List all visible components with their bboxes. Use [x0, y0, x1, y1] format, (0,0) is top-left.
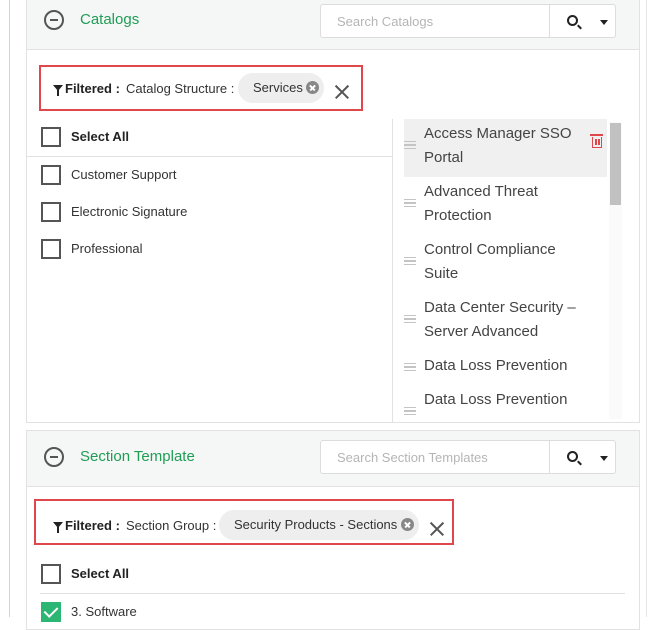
- catalog-item-checkbox[interactable]: [41, 165, 61, 185]
- drag-handle-icon[interactable]: [404, 141, 416, 149]
- section-template-header: Section Template Search Section Template…: [27, 431, 639, 487]
- catalogs-header: Catalogs Search Catalogs: [27, 0, 639, 50]
- select-all-checkbox[interactable]: [41, 564, 61, 584]
- filter-field-name: Catalog Structure :: [126, 81, 235, 96]
- selected-item-label: Data Center Security – Server Advanced: [424, 299, 576, 340]
- drag-handle-icon[interactable]: [404, 315, 416, 323]
- clear-filter-close-icon[interactable]: [428, 520, 446, 538]
- x-circle-icon[interactable]: [401, 518, 414, 531]
- trash-icon[interactable]: [590, 134, 603, 148]
- drag-handle-icon[interactable]: [404, 199, 416, 207]
- catalog-item-label: Professional: [71, 241, 143, 256]
- selected-item-label: Advanced Threat Protection: [424, 183, 538, 224]
- selected-list-item[interactable]: Data Center Security – Server Advanced: [404, 293, 607, 351]
- select-all-label: Select All: [71, 129, 130, 144]
- funnel-icon: [53, 522, 63, 533]
- drag-handle-icon[interactable]: [404, 407, 416, 415]
- funnel-icon: [53, 85, 63, 96]
- column-divider: [392, 119, 393, 422]
- catalog-item-checkbox[interactable]: [41, 202, 61, 222]
- divider: [40, 593, 625, 594]
- caret-down-icon[interactable]: [600, 20, 608, 25]
- filter-field-name: Section Group :: [126, 518, 217, 533]
- select-all-label: Select All: [71, 566, 130, 581]
- selected-item-label: Data Loss Prevention: [424, 357, 568, 374]
- section-template-filter-bar: Filtered : Section Group : Security Prod…: [34, 499, 454, 545]
- section-template-search-button[interactable]: [550, 440, 616, 474]
- catalog-item-label: Electronic Signature: [71, 204, 188, 219]
- chip-label: Services: [253, 80, 303, 95]
- divider: [27, 156, 393, 157]
- catalogs-search-button[interactable]: [550, 4, 616, 38]
- page-edge-line: [9, 0, 10, 617]
- chip-label: Security Products - Sections: [234, 517, 398, 532]
- section-item-checkbox[interactable]: [41, 602, 61, 622]
- catalogs-title: Catalogs: [80, 11, 140, 28]
- clear-filter-close-icon[interactable]: [333, 83, 351, 101]
- search-icon: [567, 451, 578, 462]
- drag-handle-icon[interactable]: [404, 363, 416, 371]
- selected-list-item[interactable]: Data Loss Prevention: [404, 385, 607, 419]
- select-all-checkbox[interactable]: [41, 127, 61, 147]
- selected-list-item[interactable]: Advanced Threat Protection: [404, 177, 607, 235]
- selected-list-item[interactable]: Control Compliance Suite: [404, 235, 607, 293]
- selected-item-label: Data Loss Prevention: [424, 391, 568, 408]
- scrollbar-thumb[interactable]: [610, 123, 621, 205]
- catalogs-filter-bar: Filtered : Catalog Structure : Services: [39, 65, 363, 111]
- filter-chip-security-products[interactable]: Security Products - Sections: [219, 510, 419, 540]
- selected-item-label: Control Compliance Suite: [424, 241, 556, 282]
- filter-label: Filtered :: [65, 81, 120, 96]
- minus-circle-icon[interactable]: [44, 447, 64, 467]
- selected-list-item[interactable]: Access Manager SSO Portal: [404, 119, 607, 177]
- minus-circle-icon[interactable]: [44, 10, 64, 30]
- filter-chip-services[interactable]: Services: [238, 73, 324, 103]
- drag-handle-icon[interactable]: [404, 257, 416, 265]
- section-template-title: Section Template: [80, 448, 195, 465]
- catalog-item-checkbox[interactable]: [41, 239, 61, 259]
- search-icon: [567, 15, 578, 26]
- catalogs-search-input[interactable]: Search Catalogs: [320, 4, 550, 38]
- x-circle-icon[interactable]: [306, 81, 319, 94]
- selected-item-label: Access Manager SSO Portal: [424, 125, 572, 166]
- catalog-item-label: Customer Support: [71, 167, 177, 182]
- page-right-border: [646, 0, 647, 617]
- caret-down-icon[interactable]: [600, 456, 608, 461]
- section-template-search-input[interactable]: Search Section Templates: [320, 440, 550, 474]
- selected-list-item[interactable]: Data Loss Prevention: [404, 351, 607, 385]
- filter-label: Filtered :: [65, 518, 120, 533]
